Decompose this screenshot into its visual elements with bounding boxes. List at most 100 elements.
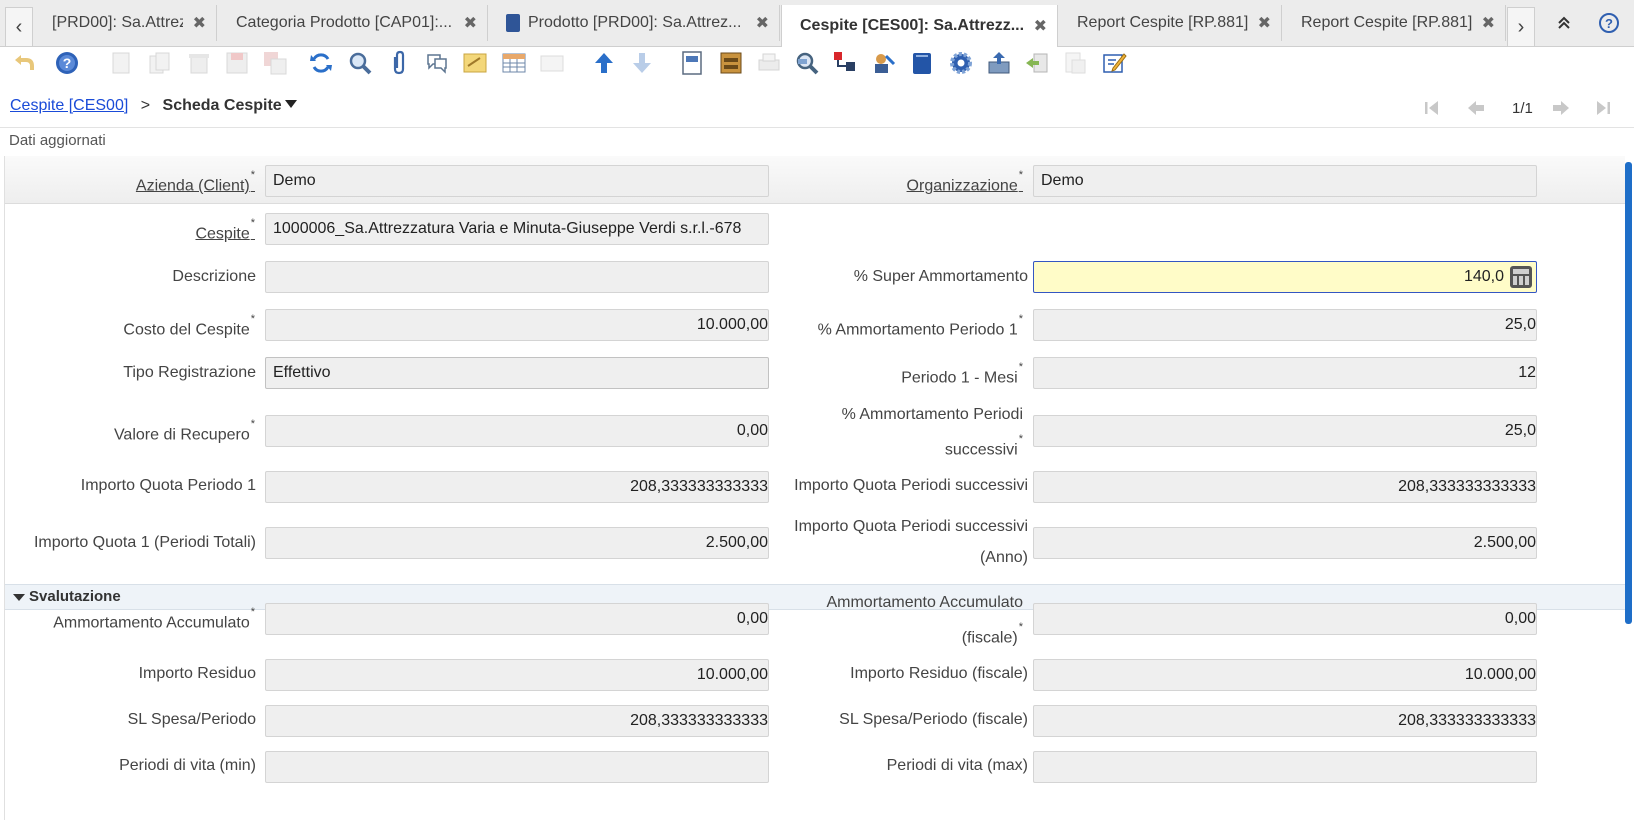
ignore-button[interactable] (10, 48, 40, 78)
sl-expense-fiscal-field[interactable]: 208,333333333333 (1033, 705, 1537, 737)
close-icon[interactable]: ✖ (1258, 13, 1271, 33)
help-button[interactable]: ? (1592, 5, 1626, 41)
previous-nav-button[interactable] (1467, 100, 1485, 121)
find-button[interactable] (345, 48, 375, 78)
next-nav-button[interactable] (1552, 100, 1570, 121)
archive-button[interactable] (716, 48, 746, 78)
export-icon (988, 52, 1010, 74)
trash-icon (189, 54, 209, 74)
next-record-button[interactable] (627, 48, 657, 78)
sl-expense-field[interactable]: 208,333333333333 (265, 705, 769, 737)
caret-down-icon[interactable] (284, 99, 298, 109)
collapse-button[interactable] (1547, 5, 1581, 41)
help-tool-button[interactable]: ? (52, 48, 82, 78)
tab-bar: ‹ [PRD00]: Sa.Attrez... ✖ Categoria Prod… (0, 0, 1634, 47)
close-icon[interactable]: ✖ (756, 13, 769, 33)
period1-months-field[interactable]: 12 (1033, 357, 1537, 389)
organization-field[interactable]: Demo (1033, 165, 1537, 197)
accumulated-amortization-field[interactable]: 0,00 (265, 603, 769, 635)
tab-label: Categoria Prodotto [CAP01]:... (236, 14, 453, 31)
accumulated-amortization-fiscal-field[interactable]: 0,00 (1033, 603, 1537, 635)
attachment-button[interactable] (384, 48, 414, 78)
archive-icon (720, 52, 742, 74)
last-record-button[interactable] (1593, 100, 1611, 121)
description-label: Descrizione (172, 268, 256, 285)
chat-button[interactable] (422, 48, 452, 78)
product-info-button[interactable] (907, 48, 937, 78)
gear-icon (950, 52, 972, 74)
residual-amount-field[interactable]: 10.000,00 (265, 659, 769, 691)
first-record-button[interactable] (1424, 100, 1442, 121)
previous-record-button[interactable] (589, 48, 619, 78)
tab-prodotto-1[interactable]: [PRD00]: Sa.Attrez... ✖ (34, 5, 217, 41)
copy-record-button[interactable] (145, 48, 175, 78)
export-button[interactable] (984, 48, 1014, 78)
save-button[interactable] (222, 48, 252, 78)
print-icon (758, 53, 780, 71)
super-amortization-field[interactable]: 140,0 (1033, 261, 1537, 293)
first-record-icon (1425, 101, 1438, 115)
tab-cespite[interactable]: Cespite [CES00]: Sa.Attrezz... ✖ (781, 5, 1058, 47)
tab-scroll-right-button[interactable]: › (1507, 7, 1535, 47)
registration-type-label: Tipo Registrazione (123, 364, 256, 381)
requests-icon (875, 54, 896, 73)
file-import-button[interactable] (1060, 48, 1090, 78)
refresh-button[interactable] (306, 48, 336, 78)
detail-button[interactable] (537, 48, 567, 78)
sl-expense-fiscal-label: SL Spesa/Periodo (fiscale) (839, 711, 1028, 728)
client-field[interactable]: Demo (265, 165, 769, 197)
chat-icon (427, 54, 447, 74)
residual-amount-fiscal-field[interactable]: 10.000,00 (1033, 659, 1537, 691)
amortization-next-periods-field[interactable]: 25,0 (1033, 415, 1537, 447)
quota1-total-field[interactable]: 2.500,00 (265, 527, 769, 559)
tab-label: Cespite [CES00]: Sa.Attrezz... (800, 17, 1024, 34)
requests-button[interactable] (869, 48, 899, 78)
life-periods-min-field[interactable] (265, 751, 769, 783)
amortization-period1-field[interactable]: 25,0 (1033, 309, 1537, 341)
save-new-button[interactable] (260, 48, 290, 78)
salvage-value-label: Valore di Recupero* (113, 418, 255, 444)
postit-button[interactable] (460, 48, 490, 78)
report-button[interactable] (677, 48, 707, 78)
grid-toggle-button[interactable] (499, 48, 529, 78)
delete-record-button[interactable] (184, 48, 214, 78)
workflow-icon (834, 52, 855, 71)
process-button[interactable] (946, 48, 976, 78)
close-icon[interactable]: ✖ (1482, 13, 1495, 33)
tab-scroll-left-button[interactable]: ‹ (5, 7, 33, 47)
amortization-next-periods-label: % Ammortamento Periodi successivi* (841, 406, 1023, 459)
calculator-icon[interactable] (1510, 266, 1532, 288)
life-periods-max-field[interactable] (1033, 751, 1537, 783)
new-record-button[interactable] (106, 48, 136, 78)
customize-button[interactable] (1099, 48, 1129, 78)
registration-type-select[interactable]: Effettivo (265, 357, 769, 389)
print-button[interactable] (754, 48, 784, 78)
zoom-across-icon (796, 52, 819, 75)
close-icon[interactable]: ✖ (193, 13, 206, 33)
collapse-triangle-icon[interactable] (13, 594, 25, 601)
tab-categoria-prodotto[interactable]: Categoria Prodotto [CAP01]:... ✖ (218, 5, 488, 41)
toolbar: ? (0, 44, 1634, 82)
asset-cost-field[interactable]: 10.000,00 (265, 309, 769, 341)
close-icon[interactable]: ✖ (1034, 16, 1047, 36)
workflow-button[interactable] (830, 48, 860, 78)
life-periods-min-label: Periodi di vita (min) (119, 757, 256, 774)
salvage-value-field[interactable]: 0,00 (265, 415, 769, 447)
description-field[interactable] (265, 261, 769, 293)
tab-report-cespite-2[interactable]: Report Cespite [RP.881] ✖ (1283, 5, 1506, 41)
quota-period1-field[interactable]: 208,333333333333 (265, 471, 769, 503)
quota-next-periods-field[interactable]: 208,333333333333 (1033, 471, 1537, 503)
tab-prodotto-2[interactable]: Prodotto [PRD00]: Sa.Attrez... ✖ (490, 5, 780, 41)
zoom-across-button[interactable] (792, 48, 822, 78)
document-icon (506, 14, 520, 32)
breadcrumb-current[interactable]: Scheda Cespite (163, 97, 282, 114)
import-button[interactable] (1022, 48, 1052, 78)
tab-report-cespite-1[interactable]: Report Cespite [RP.881] ✖ (1059, 5, 1282, 41)
asset-field[interactable]: 1000006_Sa.Attrezzatura Varia e Minuta-G… (265, 213, 769, 245)
save-new-icon (264, 52, 287, 75)
vertical-scrollbar[interactable] (1625, 162, 1632, 624)
breadcrumb-link-cespite[interactable]: Cespite [CES00] (10, 97, 128, 114)
close-icon[interactable]: ✖ (464, 13, 477, 33)
quota-year-field[interactable]: 2.500,00 (1033, 527, 1537, 559)
residual-amount-label: Importo Residuo (138, 665, 256, 682)
